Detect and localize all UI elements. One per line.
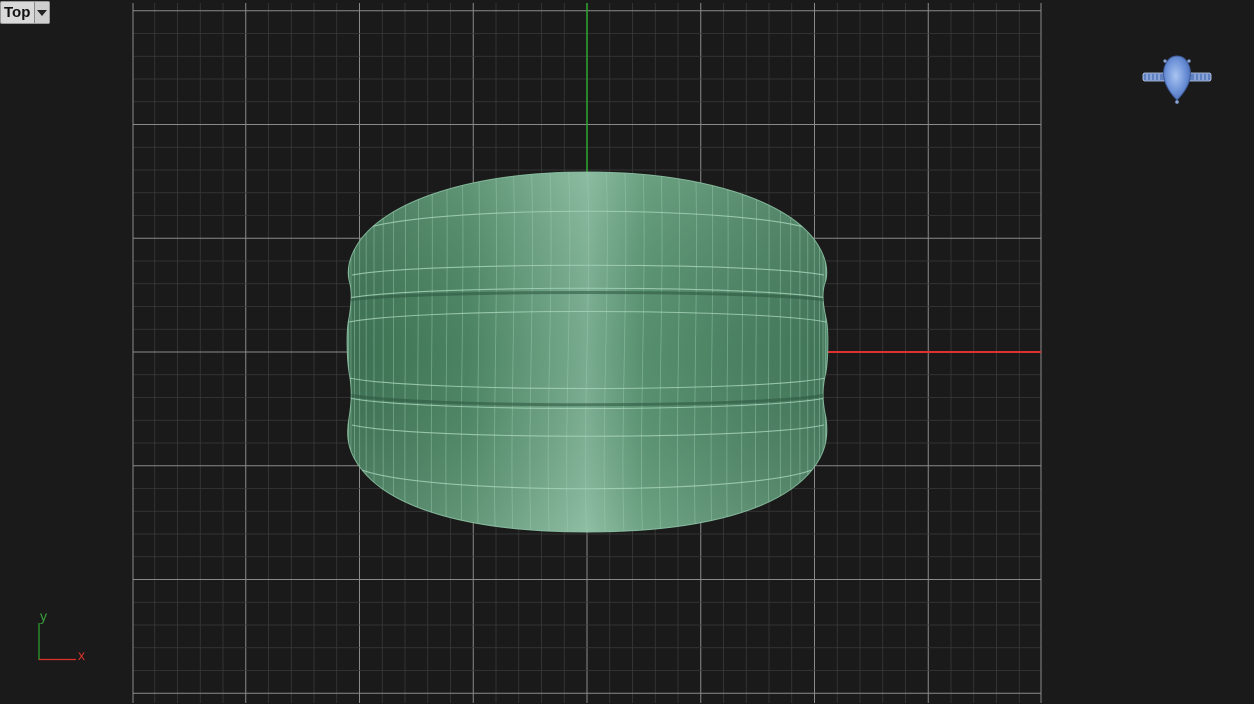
axis-indicator: y x [30,605,100,670]
chevron-down-icon[interactable] [34,2,50,23]
axis-x-label: x [78,647,85,663]
view-label[interactable]: Top [0,1,51,24]
ring-object[interactable] [346,160,829,545]
view-name[interactable]: Top [1,2,34,23]
ring-preview-icon[interactable] [1140,54,1214,108]
wireframe-isocurve [779,172,782,532]
axis-y-label: y [40,608,47,624]
wireframe-isocurve [392,172,395,532]
viewport-canvas[interactable] [0,0,1254,704]
viewport-top[interactable]: Top y x [0,0,1254,704]
